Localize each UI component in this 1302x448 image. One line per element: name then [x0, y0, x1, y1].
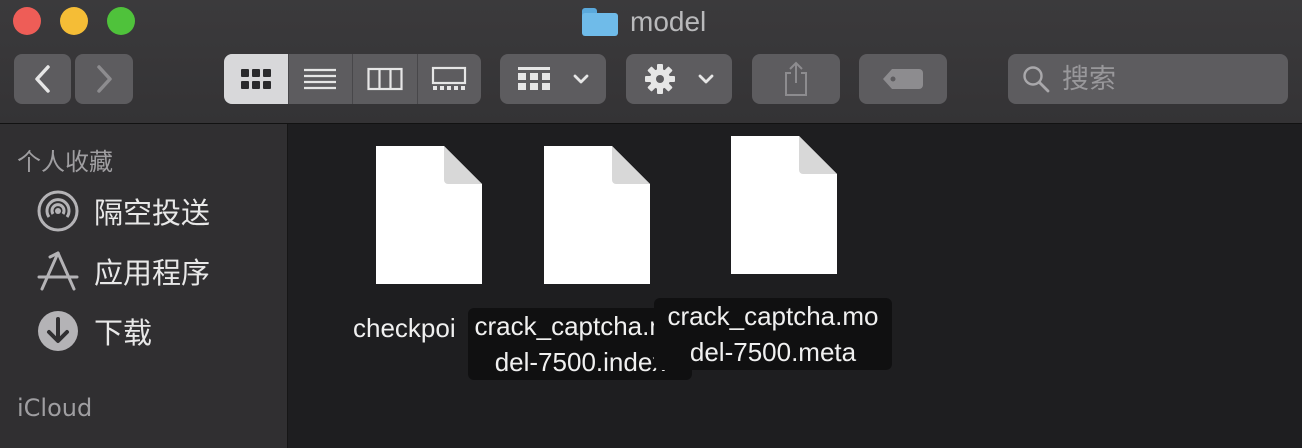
document-icon[interactable] — [374, 144, 484, 286]
action-menu-button[interactable] — [626, 54, 732, 104]
icloud-header: iCloud — [17, 394, 93, 422]
file-name-line: crack_captcha.mo — [667, 301, 879, 331]
document-icon[interactable] — [542, 144, 652, 286]
folder-icon — [582, 8, 618, 36]
sidebar-item-downloads[interactable]: 下载 — [36, 308, 152, 354]
back-button[interactable] — [14, 54, 71, 104]
column-view-icon — [367, 67, 403, 91]
sidebar: 个人收藏 隔空投送 应用程序 下载 iCloud — [0, 124, 288, 448]
zoom-window-button[interactable] — [107, 7, 135, 35]
window-title-text: model — [630, 6, 707, 37]
file-browser: checkpoi crack_captcha.mo del-7500.index… — [288, 124, 1302, 448]
toolbar: model — [0, 0, 1302, 124]
airdrop-icon — [37, 190, 79, 232]
sidebar-item-applications[interactable]: 应用程序 — [36, 248, 210, 294]
chevron-right-icon — [97, 65, 112, 93]
search-input[interactable] — [1060, 62, 1284, 96]
icon-view-icon — [240, 69, 271, 89]
document-icon[interactable] — [729, 134, 839, 276]
forward-button[interactable] — [75, 54, 133, 104]
tag-icon — [883, 69, 923, 89]
sidebar-item-label: 隔空投送 — [94, 196, 211, 230]
share-button[interactable] — [752, 54, 840, 104]
file-name-meta[interactable]: crack_captcha.mo del-7500.meta — [654, 298, 892, 370]
file-name-checkpoint[interactable]: checkpoi — [353, 310, 456, 346]
share-icon — [785, 61, 807, 96]
search-icon — [1023, 66, 1050, 93]
gallery-view-icon — [432, 66, 467, 90]
sidebar-item-airdrop[interactable]: 隔空投送 — [36, 188, 210, 234]
sidebar-item-label: 下载 — [94, 316, 153, 350]
column-view-button[interactable] — [352, 54, 417, 104]
group-by-button[interactable] — [500, 54, 606, 104]
file-name-line: del-7500.meta — [689, 337, 857, 367]
sidebar-item-label: 应用程序 — [94, 256, 211, 290]
list-view-button[interactable] — [287, 54, 353, 104]
applications-icon — [37, 251, 79, 291]
tag-button[interactable] — [859, 54, 947, 104]
icon-view-button[interactable] — [224, 54, 288, 104]
chevron-down-icon — [573, 74, 589, 84]
gear-icon — [645, 64, 675, 94]
chevron-left-icon — [34, 65, 50, 93]
view-mode-control — [224, 54, 481, 104]
downloads-icon — [38, 311, 78, 351]
search-field[interactable] — [1008, 54, 1288, 104]
minimize-window-button[interactable] — [60, 7, 88, 35]
window-title: model — [582, 4, 706, 40]
group-grid-icon — [518, 67, 550, 90]
gallery-view-button[interactable] — [416, 54, 482, 104]
list-view-icon — [304, 68, 337, 90]
favorites-header: 个人收藏 — [17, 148, 113, 176]
chevron-down-icon — [698, 74, 714, 84]
close-window-button[interactable] — [13, 7, 41, 35]
